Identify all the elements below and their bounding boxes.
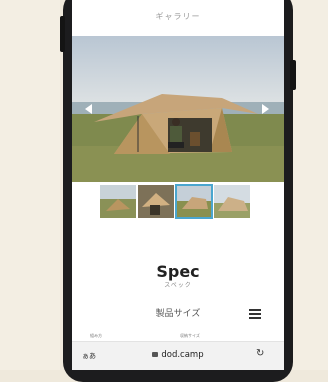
gallery-thumbnails bbox=[100, 184, 256, 219]
lock-icon bbox=[152, 352, 159, 357]
url-display[interactable]: dod.camp bbox=[72, 350, 284, 360]
reload-icon[interactable]: ↻ bbox=[256, 348, 264, 359]
gallery-prev-arrow[interactable] bbox=[85, 104, 92, 114]
gallery-title: ギャラリー bbox=[155, 12, 201, 21]
gallery-thumbnail[interactable] bbox=[138, 185, 174, 218]
gallery-thumbnail[interactable] bbox=[214, 185, 250, 218]
menu-icon[interactable] bbox=[249, 309, 261, 319]
gallery-main-image bbox=[72, 36, 284, 182]
browser-address-bar[interactable]: ぁあ dod.camp ↻ bbox=[72, 341, 284, 370]
spec-title: Spec bbox=[156, 262, 200, 281]
gallery-thumbnail[interactable] bbox=[100, 185, 136, 218]
gallery-next-arrow[interactable] bbox=[262, 104, 269, 114]
background-left bbox=[0, 0, 60, 370]
spec-subtitle: スペック bbox=[164, 282, 192, 289]
column-header-storage-size: 収納サイズ bbox=[180, 333, 200, 338]
column-header-setup: 組み方 bbox=[90, 333, 102, 338]
phone-screen: ギャラリー Spec スペック 製品サイズ 組み方 収納サイズ ぁあ dod.c… bbox=[72, 0, 284, 370]
gallery-thumbnail-active[interactable] bbox=[175, 184, 213, 219]
product-size-row[interactable]: 製品サイズ bbox=[72, 300, 284, 326]
phone-side-button-left bbox=[60, 16, 65, 52]
url-text: dod.camp bbox=[161, 350, 204, 360]
phone-side-button-right bbox=[290, 60, 296, 90]
